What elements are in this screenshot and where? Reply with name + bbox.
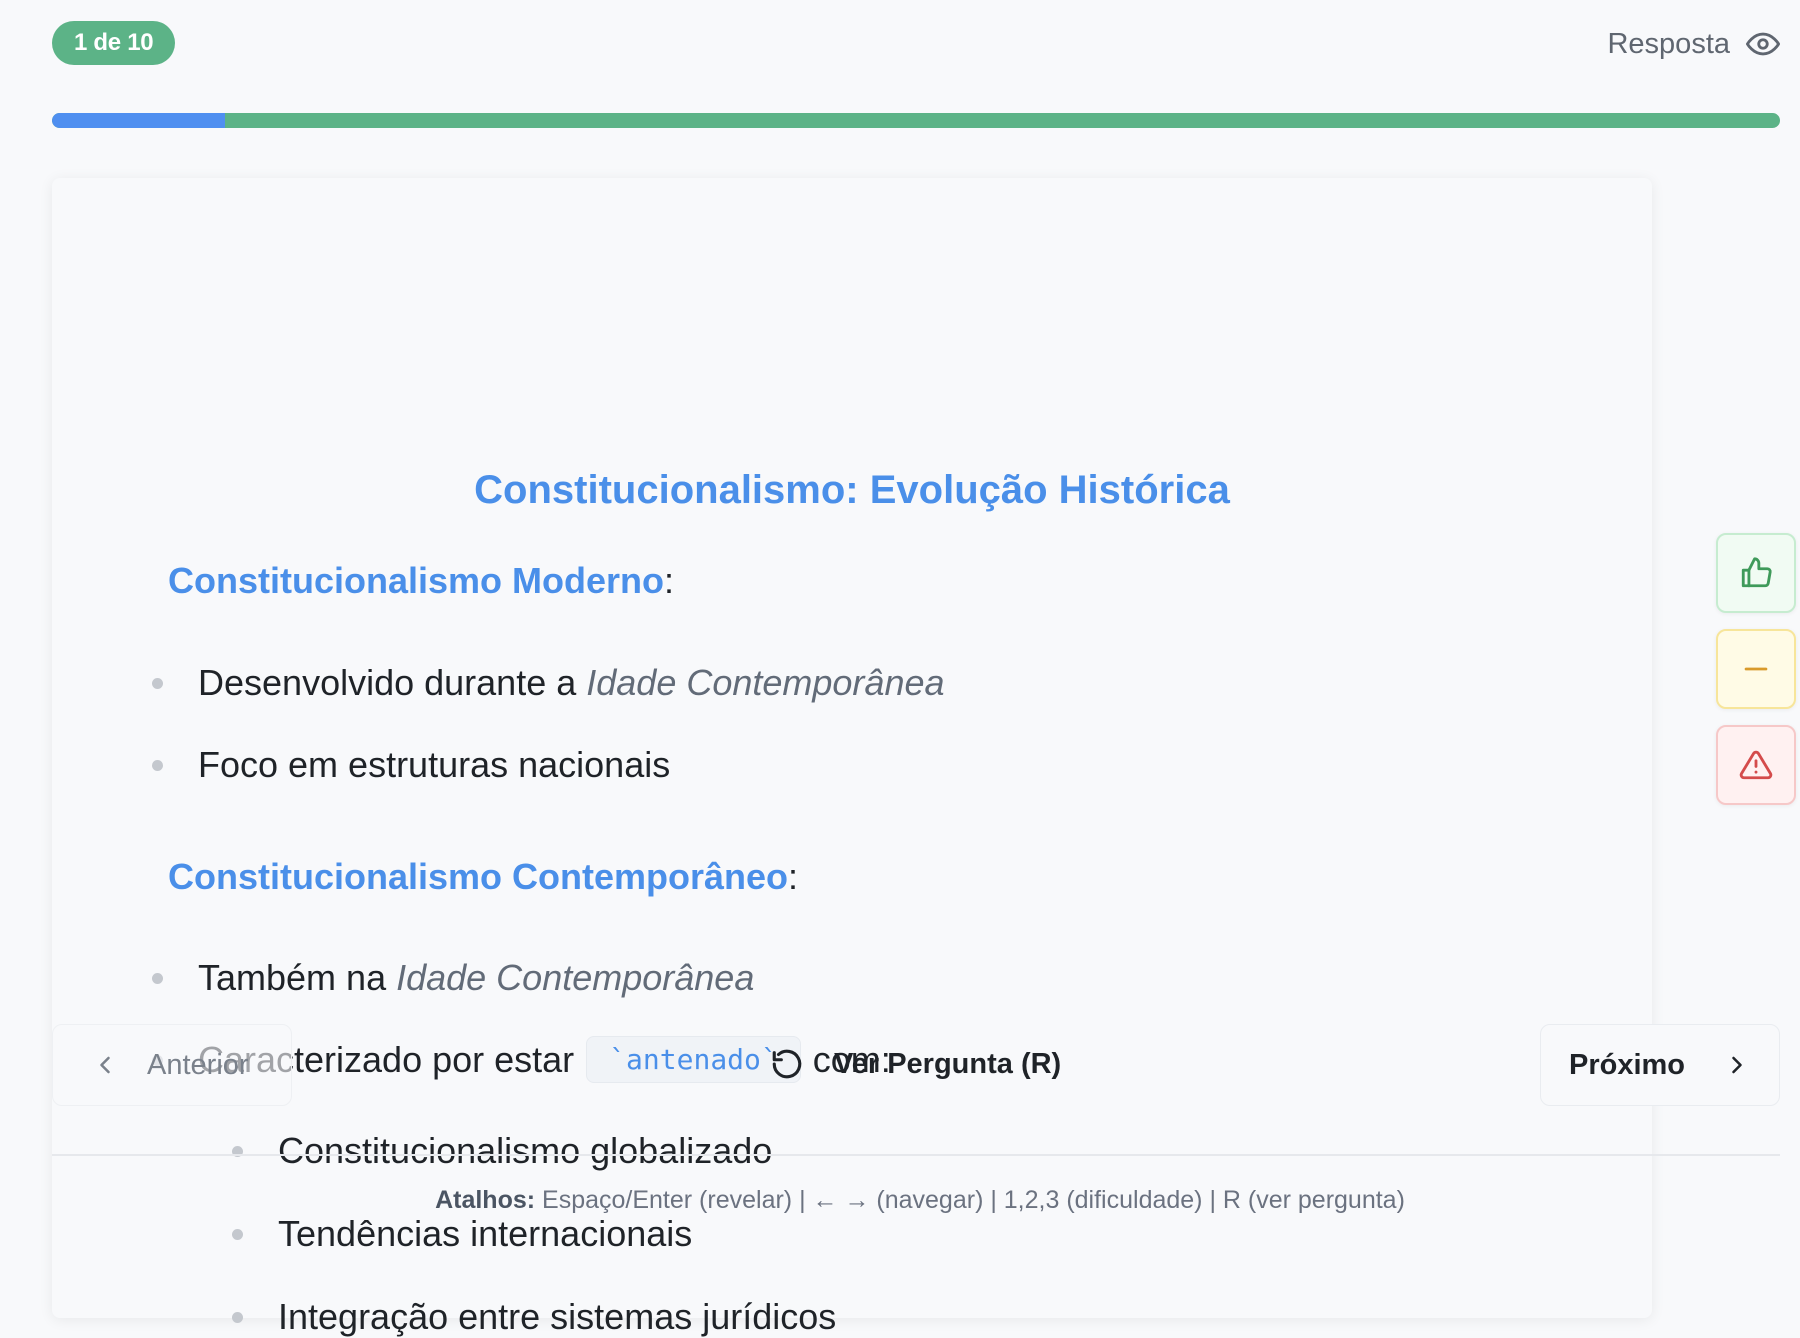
inline-code: `antenado` [586, 1036, 801, 1083]
sub-list-item-text: Constitucionalismo globalizado [278, 1130, 773, 1171]
next-button-label: Próximo [1568, 1048, 1686, 1081]
eye-icon [1746, 32, 1780, 56]
sub-list-item: Integração entre sistemas jurídicos [232, 1296, 837, 1338]
thumbs-up-icon [1741, 557, 1772, 588]
heading-colon: : [788, 856, 799, 897]
view-question-button[interactable]: Ver Pergunta (R) [770, 1024, 1061, 1104]
list-item-text: Foco em estruturas nacionais [198, 744, 671, 785]
minus-icon [1744, 667, 1768, 671]
section-heading-text: Constitucionalismo Contemporâneo [168, 856, 789, 897]
bullet-dot [152, 678, 163, 689]
rate-medium-button[interactable] [1716, 629, 1796, 709]
list-item-emphasis: Idade Contemporânea [396, 957, 755, 998]
rate-hard-button[interactable] [1716, 725, 1796, 805]
answer-toggle[interactable]: Resposta [1607, 24, 1780, 64]
flashcard: Constitucionalismo: Evolução Histórica C… [52, 178, 1652, 1337]
next-button[interactable]: Próximo [1540, 1024, 1780, 1106]
answer-toggle-label: Resposta [1607, 27, 1730, 60]
bullet-dot [152, 760, 163, 771]
bullet-dot [152, 973, 163, 984]
sub-list-item-text: Integração entre sistemas jurídicos [278, 1296, 837, 1337]
section-heading-text: Constitucionalismo Moderno [168, 560, 665, 601]
section-heading-moderno: Constitucionalismo Moderno: [168, 560, 674, 602]
card-title: Constitucionalismo: Evolução Histórica [474, 468, 1230, 512]
keyboard-shortcuts-hint: Atalhos: Espaço/Enter (revelar) | ← → (n… [0, 1186, 1800, 1215]
footer-divider [52, 1154, 1780, 1156]
rate-easy-button[interactable] [1716, 533, 1796, 613]
sub-list-item-text: Tendências internacionais [278, 1213, 693, 1254]
heading-colon: : [664, 560, 675, 601]
sub-list-item: Tendências internacionais [232, 1213, 693, 1255]
progress-fill [52, 113, 225, 128]
rotate-icon [772, 1049, 802, 1079]
previous-button[interactable]: Anterior [52, 1024, 292, 1106]
sub-list-item: Constitucionalismo globalizado [232, 1130, 773, 1172]
card-counter-badge: 1 de 10 [52, 21, 176, 65]
warning-icon [1739, 750, 1773, 780]
chevron-right-icon [1732, 1056, 1742, 1074]
shortcuts-prefix: Atalhos: [435, 1186, 536, 1214]
list-item: Foco em estruturas nacionais [152, 744, 671, 786]
view-question-label: Ver Pergunta (R) [834, 1047, 1062, 1080]
list-item-text: Desenvolvido durante a [198, 662, 577, 703]
list-item: Também na Idade Contemporânea [152, 957, 755, 999]
list-item: Desenvolvido durante a Idade Contemporân… [152, 662, 945, 704]
chevron-left-icon [100, 1056, 110, 1074]
section-heading-contemporaneo: Constitucionalismo Contemporâneo: [168, 856, 798, 898]
list-item-text: Também na [198, 957, 387, 998]
previous-button-label: Anterior [147, 1048, 249, 1081]
bullet-dot [232, 1312, 243, 1323]
bullet-dot [232, 1229, 243, 1240]
progress-bar [52, 113, 1780, 128]
list-item-emphasis: Idade Contemporânea [586, 662, 945, 703]
shortcuts-text: Espaço/Enter (revelar) | ← → (navegar) |… [535, 1186, 1405, 1214]
